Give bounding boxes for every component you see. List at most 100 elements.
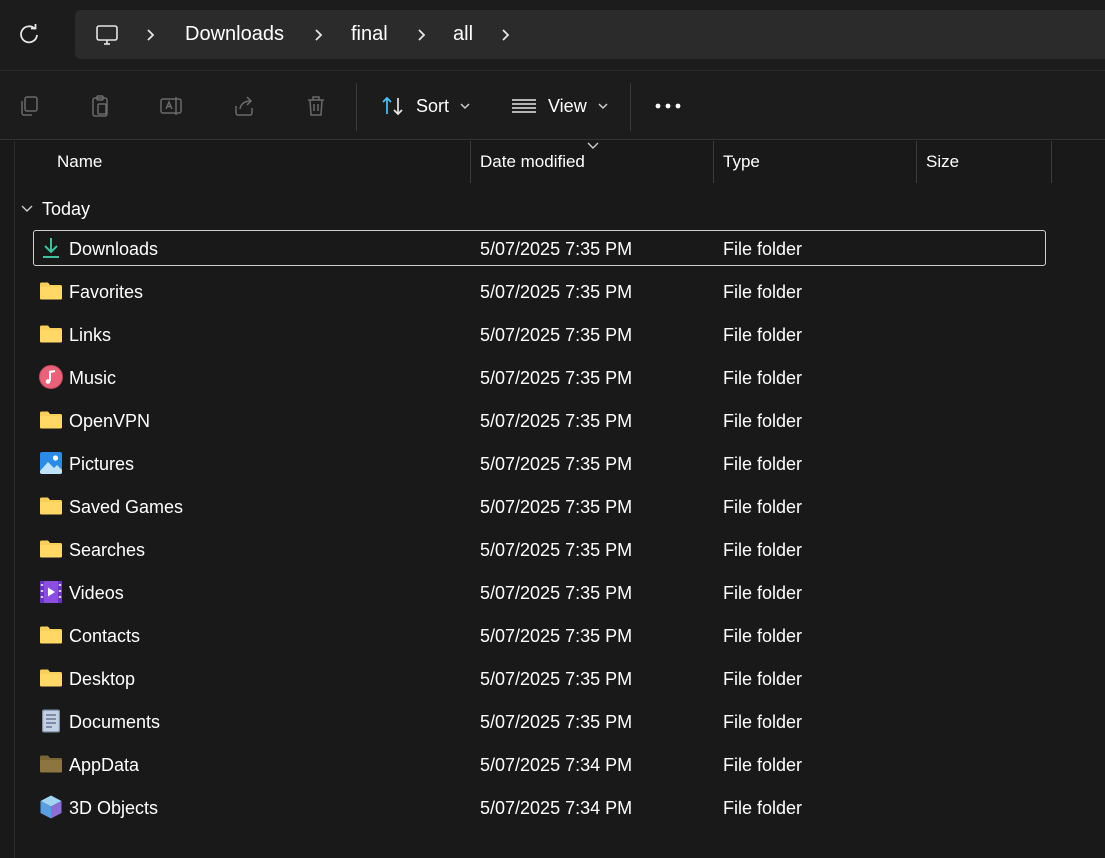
row-date: 5/07/2025 7:34 PM: [480, 755, 633, 775]
table-row[interactable]: 3D Objects 5/07/2025 7:34 PM File folder: [0, 787, 1105, 830]
row-name: 3D Objects: [69, 798, 159, 818]
this-pc-button[interactable]: [95, 10, 119, 59]
chevron-right-icon[interactable]: [145, 10, 157, 59]
sort-indicator-icon: [587, 142, 599, 149]
refresh-icon: [20, 24, 38, 44]
column-resize-handle[interactable]: [1051, 141, 1052, 183]
row-name: Favorites: [69, 282, 144, 302]
table-row[interactable]: Pictures 5/07/2025 7:35 PM File folder: [0, 443, 1105, 486]
row-date: 5/07/2025 7:35 PM: [480, 282, 633, 302]
row-name: Pictures: [69, 454, 135, 474]
row-type: File folder: [723, 583, 803, 603]
row-type: File folder: [723, 626, 803, 646]
folder-icon: [40, 325, 62, 343]
trash-icon: [308, 96, 324, 116]
paste-button[interactable]: [83, 89, 117, 123]
chevron-down-icon: [21, 205, 33, 212]
row-date: 5/07/2025 7:34 PM: [480, 798, 633, 818]
breadcrumb-item-final[interactable]: final: [351, 10, 388, 59]
column-header-size[interactable]: Size: [926, 141, 959, 183]
group-header-today[interactable]: Today: [20, 196, 90, 222]
breadcrumb-item-all[interactable]: all: [453, 10, 473, 59]
column-header-name[interactable]: Name: [57, 141, 102, 183]
table-row[interactable]: AppData 5/07/2025 7:34 PM File folder: [0, 744, 1105, 787]
copy-icon: [21, 96, 38, 116]
row-date: 5/07/2025 7:35 PM: [480, 540, 633, 560]
row-name: Downloads: [69, 239, 159, 259]
row-type: File folder: [723, 755, 803, 775]
delete-button[interactable]: [299, 89, 333, 123]
videos-icon: [40, 581, 62, 603]
row-name: Videos: [69, 583, 124, 603]
row-type: File folder: [723, 712, 803, 732]
sort-label: Sort: [416, 95, 450, 116]
folder-icon: [40, 669, 62, 687]
rename-icon: [160, 97, 182, 115]
row-name: Saved Games: [69, 497, 184, 517]
row-date: 5/07/2025 7:35 PM: [480, 669, 633, 689]
row-type: File folder: [723, 798, 803, 818]
row-name: Music: [69, 368, 117, 388]
pictures-icon: [40, 452, 62, 474]
share-button[interactable]: [227, 89, 261, 123]
table-row[interactable]: Favorites 5/07/2025 7:35 PM File folder: [0, 271, 1105, 314]
row-date: 5/07/2025 7:35 PM: [480, 368, 633, 388]
row-date: 5/07/2025 7:35 PM: [480, 497, 633, 517]
refresh-button[interactable]: [12, 17, 46, 51]
table-row[interactable]: Contacts 5/07/2025 7:35 PM File folder: [0, 615, 1105, 658]
rename-button[interactable]: [155, 89, 189, 123]
row-type: File folder: [723, 325, 803, 345]
toolbar-divider: [356, 83, 357, 131]
address-bar: Downloads final all: [0, 0, 1105, 70]
computer-icon: [96, 24, 118, 45]
row-type: File folder: [723, 454, 803, 474]
view-button[interactable]: View: [510, 89, 609, 123]
sort-button[interactable]: Sort: [380, 89, 471, 123]
group-label: Today: [42, 198, 91, 219]
3d-objects-icon: [40, 795, 62, 819]
music-icon: [39, 365, 63, 389]
column-header-type[interactable]: Type: [723, 141, 760, 183]
table-row[interactable]: Links 5/07/2025 7:35 PM File folder: [0, 314, 1105, 357]
paste-icon: [92, 95, 108, 117]
table-row[interactable]: Music 5/07/2025 7:35 PM File folder: [0, 357, 1105, 400]
row-type: File folder: [723, 497, 803, 517]
row-date: 5/07/2025 7:35 PM: [480, 239, 633, 259]
row-type: File folder: [723, 282, 803, 302]
row-name: Contacts: [69, 626, 141, 646]
toolbar-divider: [630, 83, 631, 131]
chevron-right-icon[interactable]: [313, 10, 325, 59]
folder-icon: [40, 497, 62, 515]
column-header-date-modified[interactable]: Date modified: [480, 141, 585, 183]
hidden-folder-icon: [40, 755, 62, 773]
table-row[interactable]: Videos 5/07/2025 7:35 PM File folder: [0, 572, 1105, 615]
folder-icon: [40, 626, 62, 644]
see-more-button[interactable]: [651, 89, 685, 123]
row-name: OpenVPN: [69, 411, 151, 431]
chevron-right-icon[interactable]: [416, 10, 428, 59]
column-resize-handle[interactable]: [470, 141, 471, 183]
breadcrumb[interactable]: Downloads final all: [75, 10, 1105, 59]
download-icon: [43, 238, 59, 258]
file-list: Downloads 5/07/2025 7:35 PM File folder …: [0, 228, 1105, 830]
table-row[interactable]: Documents 5/07/2025 7:35 PM File folder: [0, 701, 1105, 744]
table-row[interactable]: Searches 5/07/2025 7:35 PM File folder: [0, 529, 1105, 572]
column-header-row: Name Date modified Type Size: [0, 141, 1105, 183]
row-date: 5/07/2025 7:35 PM: [480, 325, 633, 345]
more-icon: [655, 103, 681, 109]
command-bar: Sort View: [0, 70, 1105, 140]
column-resize-handle[interactable]: [713, 141, 714, 183]
row-date: 5/07/2025 7:35 PM: [480, 411, 633, 431]
view-list-icon: [512, 99, 536, 113]
row-type: File folder: [723, 239, 803, 259]
table-row[interactable]: Downloads 5/07/2025 7:35 PM File folder: [0, 228, 1105, 271]
column-resize-handle[interactable]: [916, 141, 917, 183]
copy-button[interactable]: [12, 89, 46, 123]
breadcrumb-item-downloads[interactable]: Downloads: [185, 10, 284, 59]
view-label: View: [548, 95, 587, 116]
table-row[interactable]: Saved Games 5/07/2025 7:35 PM File folde…: [0, 486, 1105, 529]
chevron-right-icon[interactable]: [500, 10, 512, 59]
folder-icon: [40, 540, 62, 558]
table-row[interactable]: Desktop 5/07/2025 7:35 PM File folder: [0, 658, 1105, 701]
table-row[interactable]: OpenVPN 5/07/2025 7:35 PM File folder: [0, 400, 1105, 443]
